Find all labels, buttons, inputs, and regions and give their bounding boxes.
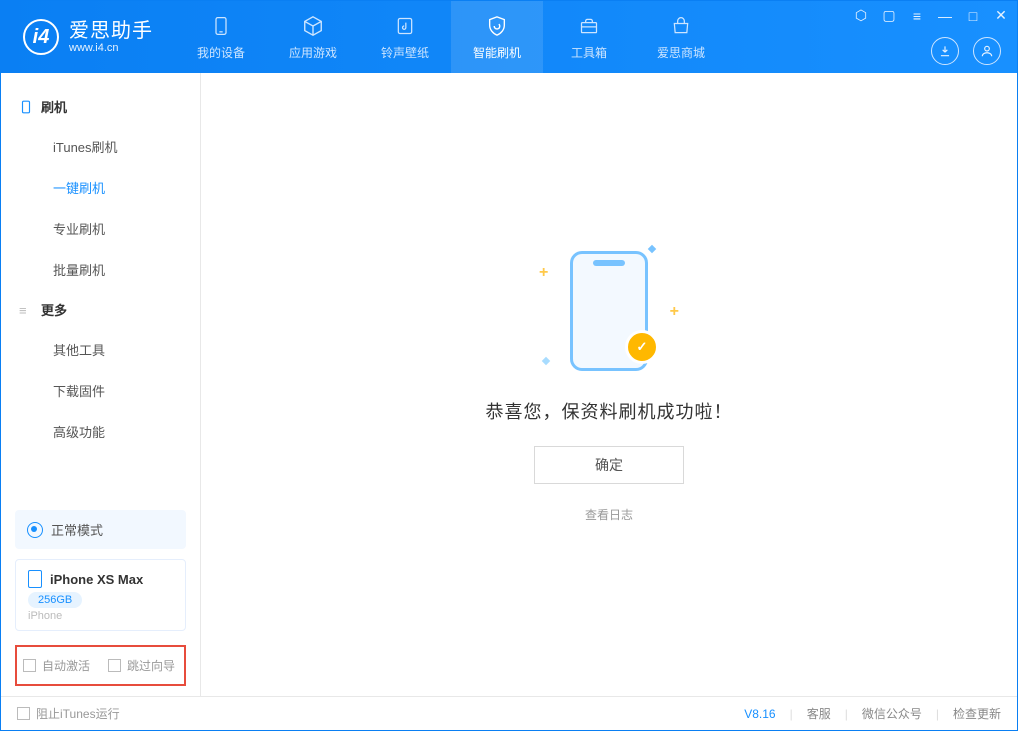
phone-icon: [19, 100, 33, 114]
tab-store[interactable]: 爱思商城: [635, 1, 727, 73]
separator: |: [845, 707, 848, 721]
sidebar-item-itunes-flash[interactable]: iTunes刷机: [1, 126, 200, 167]
body: 刷机 iTunes刷机 一键刷机 专业刷机 批量刷机 ≡ 更多 其他工具 下载固…: [1, 73, 1017, 696]
brand-url: www.i4.cn: [69, 42, 153, 54]
minimize-button[interactable]: —: [937, 8, 953, 24]
sidebar-footer: 正常模式 iPhone XS Max 256GB iPhone: [1, 510, 200, 645]
sidebar-item-pro-flash[interactable]: 专业刷机: [1, 208, 200, 249]
highlighted-options-box: 自动激活 跳过向导: [15, 645, 186, 686]
checkbox-block-itunes[interactable]: 阻止iTunes运行: [17, 705, 120, 722]
logo-icon: i4: [23, 19, 59, 55]
separator: |: [936, 707, 939, 721]
sidebar: 刷机 iTunes刷机 一键刷机 专业刷机 批量刷机 ≡ 更多 其他工具 下载固…: [1, 73, 201, 696]
sidebar-item-download-firmware[interactable]: 下载固件: [1, 370, 200, 411]
sidebar-item-other-tools[interactable]: 其他工具: [1, 329, 200, 370]
success-illustration: + + ✓: [539, 246, 679, 376]
checkbox-label: 自动激活: [42, 657, 90, 674]
main-tabs: 我的设备 应用游戏 铃声壁纸 智能刷机 工具箱 爱思商城: [175, 1, 727, 73]
statusbar: 阻止iTunes运行 V8.16 | 客服 | 微信公众号 | 检查更新: [1, 696, 1017, 730]
sidebar-item-advanced[interactable]: 高级功能: [1, 411, 200, 452]
checkbox-icon: [17, 707, 30, 720]
sidebar-section-more: ≡ 更多 其他工具 下载固件 高级功能: [1, 290, 200, 452]
sparkle-icon: +: [670, 303, 679, 321]
app-window: i4 爱思助手 www.i4.cn 我的设备 应用游戏 铃声壁纸 智能刷机: [0, 0, 1018, 731]
mode-label: 正常模式: [51, 520, 103, 539]
checkbox-auto-activate[interactable]: 自动激活: [23, 657, 90, 674]
mode-dot-icon: [27, 522, 43, 538]
shield-refresh-icon: [485, 14, 509, 38]
menu-icon[interactable]: ≡: [909, 8, 925, 24]
mode-indicator[interactable]: 正常模式: [15, 510, 186, 549]
tab-label: 应用游戏: [289, 44, 337, 61]
device-icon: [28, 570, 42, 588]
close-button[interactable]: ✕: [993, 7, 1009, 24]
titlebar-right-actions: [931, 37, 1001, 65]
statusbar-link-check-update[interactable]: 检查更新: [953, 705, 1001, 722]
tab-label: 工具箱: [571, 44, 607, 61]
sidebar-item-oneclick-flash[interactable]: 一键刷机: [1, 167, 200, 208]
tab-ringtones-wallpapers[interactable]: 铃声壁纸: [359, 1, 451, 73]
logo-block: i4 爱思助手 www.i4.cn: [1, 1, 175, 73]
sidebar-header-label: 刷机: [41, 97, 67, 116]
sparkle-icon: +: [539, 264, 548, 282]
tshirt-icon[interactable]: ⬡: [853, 7, 869, 24]
statusbar-link-wechat[interactable]: 微信公众号: [862, 705, 922, 722]
toolbox-icon: [577, 14, 601, 38]
tab-label: 爱思商城: [657, 44, 705, 61]
statusbar-link-support[interactable]: 客服: [807, 705, 831, 722]
sidebar-header-flash: 刷机: [1, 87, 200, 126]
download-button[interactable]: [931, 37, 959, 65]
sidebar-item-batch-flash[interactable]: 批量刷机: [1, 249, 200, 290]
checkbox-icon: [23, 659, 36, 672]
sidebar-header-label: 更多: [41, 300, 67, 319]
sidebar-section-flash: 刷机 iTunes刷机 一键刷机 专业刷机 批量刷机: [1, 87, 200, 290]
tab-label: 智能刷机: [473, 44, 521, 61]
tab-label: 铃声壁纸: [381, 44, 429, 61]
main-content: + + ✓ 恭喜您，保资料刷机成功啦！ 确定 查看日志: [201, 73, 1017, 696]
sidebar-header-more: ≡ 更多: [1, 290, 200, 329]
confirm-button[interactable]: 确定: [534, 446, 684, 484]
checkbox-label: 阻止iTunes运行: [36, 705, 120, 722]
device-name: iPhone XS Max: [50, 572, 143, 587]
cube-icon: [301, 14, 325, 38]
user-button[interactable]: [973, 37, 1001, 65]
version-label: V8.16: [744, 707, 775, 721]
tab-label: 我的设备: [197, 44, 245, 61]
device-storage: 256GB: [28, 592, 82, 608]
device-icon: [209, 14, 233, 38]
store-icon: [669, 14, 693, 38]
device-type: iPhone: [28, 610, 173, 622]
checkbox-skip-guide[interactable]: 跳过向导: [108, 657, 175, 674]
checkbox-icon: [108, 659, 121, 672]
titlebar: i4 爱思助手 www.i4.cn 我的设备 应用游戏 铃声壁纸 智能刷机: [1, 1, 1017, 73]
tab-toolbox[interactable]: 工具箱: [543, 1, 635, 73]
maximize-button[interactable]: □: [965, 8, 981, 24]
sparkle-icon: [648, 245, 656, 253]
lock-icon[interactable]: ▢: [881, 7, 897, 24]
brand-name: 爱思助手: [69, 20, 153, 42]
window-controls: ⬡ ▢ ≡ — □ ✕: [853, 7, 1009, 24]
list-icon: ≡: [19, 303, 33, 317]
tab-smart-flash[interactable]: 智能刷机: [451, 1, 543, 73]
sparkle-icon: [542, 357, 550, 365]
view-log-link[interactable]: 查看日志: [585, 506, 633, 523]
tab-apps-games[interactable]: 应用游戏: [267, 1, 359, 73]
separator: |: [790, 707, 793, 721]
checkbox-label: 跳过向导: [127, 657, 175, 674]
device-card[interactable]: iPhone XS Max 256GB iPhone: [15, 559, 186, 631]
success-message: 恭喜您，保资料刷机成功啦！: [486, 398, 733, 424]
tab-my-device[interactable]: 我的设备: [175, 1, 267, 73]
music-icon: [393, 14, 417, 38]
check-badge-icon: ✓: [625, 330, 659, 364]
